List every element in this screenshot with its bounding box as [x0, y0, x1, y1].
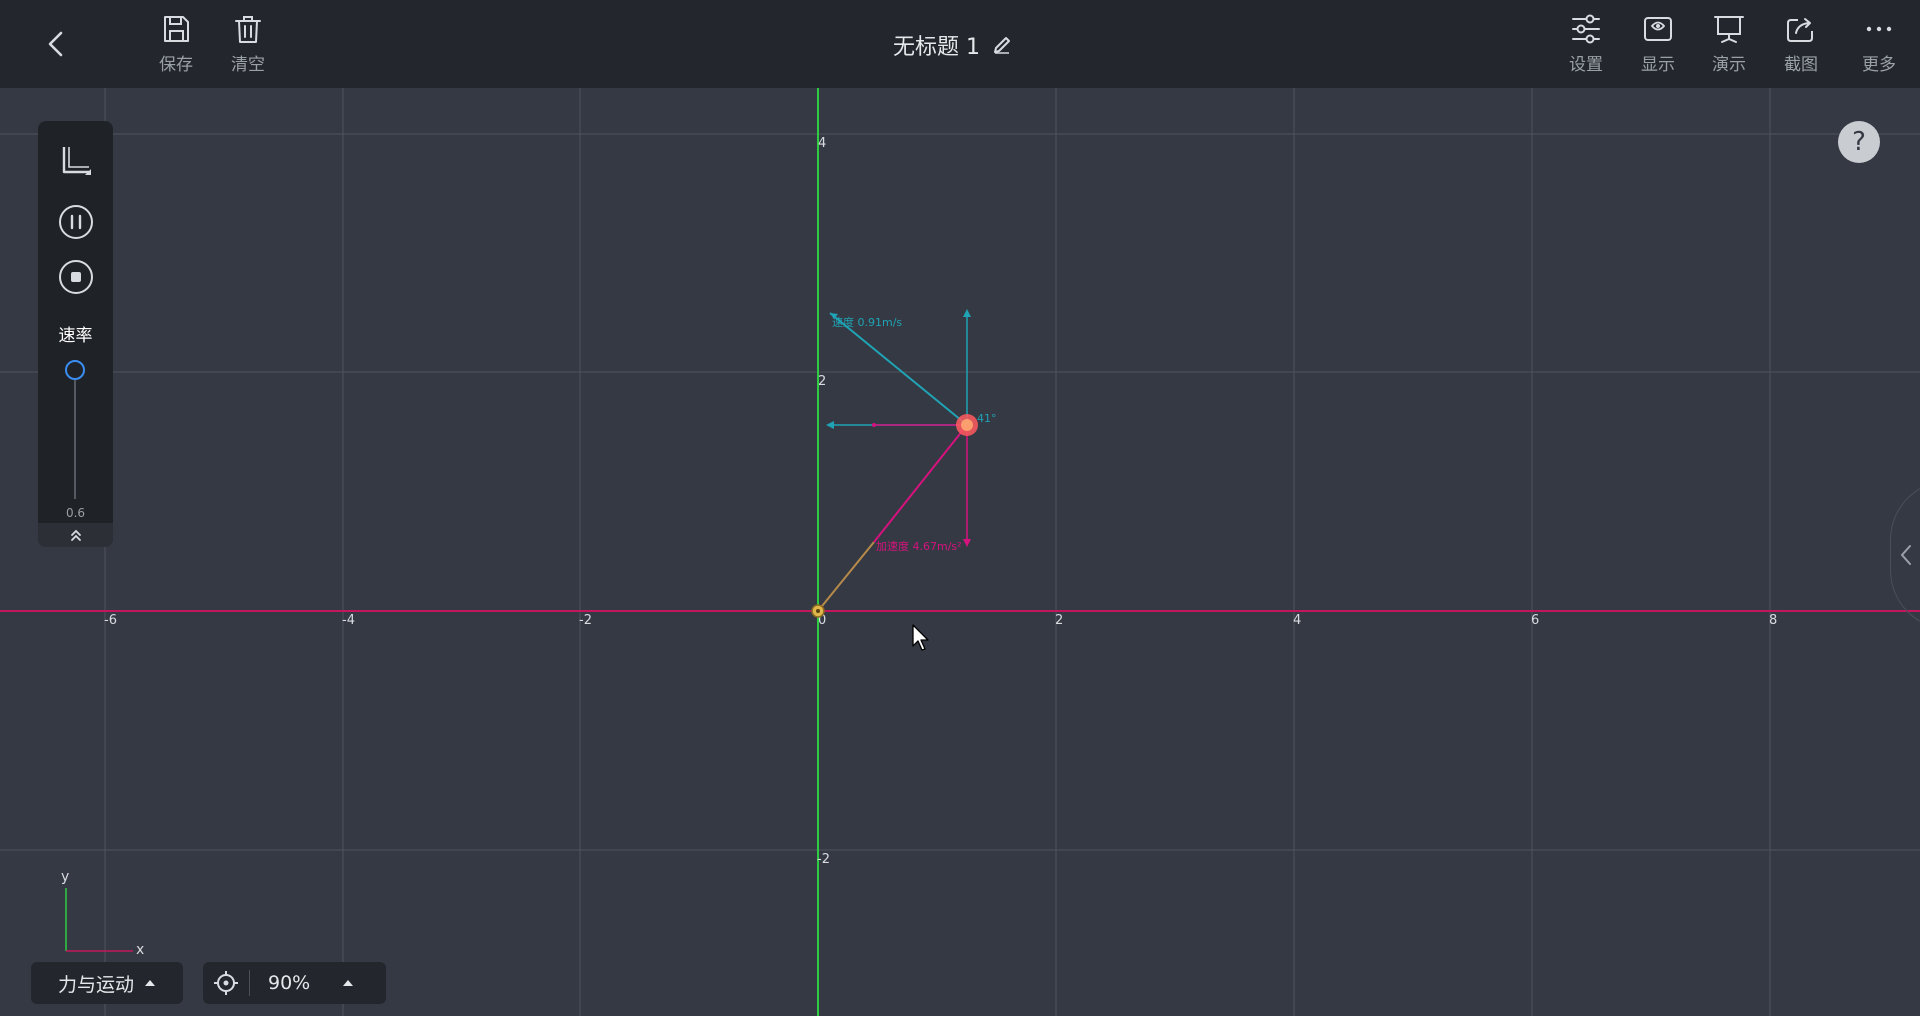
save-button[interactable]: 保存 — [146, 12, 206, 78]
x-tick-label: -4 — [342, 613, 355, 628]
settings-button[interactable]: 设置 — [1556, 12, 1616, 78]
acceleration-label: 加速度 4.67m/s² — [876, 539, 962, 553]
screenshot-button[interactable]: 截图 — [1771, 12, 1831, 78]
stop-icon — [59, 260, 93, 294]
more-dots-icon — [1866, 26, 1892, 32]
screenshot-label: 截图 — [1784, 55, 1818, 75]
settings-label: 设置 — [1569, 55, 1603, 75]
x-tick-label: 4 — [1293, 613, 1301, 628]
chevron-left-icon — [1900, 545, 1911, 565]
pause-icon — [59, 205, 93, 239]
x-tick-label: 8 — [1769, 613, 1777, 628]
save-icon — [164, 16, 189, 42]
stop-button[interactable] — [56, 257, 96, 297]
app-root: 保存 清空 无标题 1 设置 显示 演示 截图 更多 -6 -4 -2 0 2 … — [0, 0, 1920, 1016]
clear-label: 清空 — [231, 55, 265, 75]
sliders-icon — [1572, 14, 1600, 44]
caret-up-icon — [145, 980, 155, 986]
back-button[interactable] — [36, 24, 76, 64]
pendulum-rope — [817, 541, 875, 612]
coordinate-tool-button[interactable] — [56, 140, 96, 180]
panel-collapse-button[interactable] — [38, 523, 113, 547]
eye-monitor-icon — [1644, 17, 1672, 41]
document-title-text: 无标题 1 — [893, 35, 980, 60]
coordinate-plane[interactable]: -6 -4 -2 0 2 4 6 8 4 2 -2 速度 0.91m/s 41°… — [0, 88, 1920, 1016]
acceleration-y-arrowhead — [963, 539, 971, 547]
velocity-vector — [829, 312, 968, 426]
simulation-canvas[interactable]: -6 -4 -2 0 2 4 6 8 4 2 -2 速度 0.91m/s 41°… — [0, 88, 1920, 1016]
top-toolbar: 保存 清空 无标题 1 设置 显示 演示 截图 更多 — [0, 0, 1920, 88]
zoom-value: 90% — [268, 972, 311, 994]
zoom-dropdown-button[interactable] — [328, 962, 368, 1004]
clear-button[interactable]: 清空 — [218, 12, 278, 78]
mouse-cursor-icon — [912, 624, 929, 651]
y-tick-label: -2 — [817, 852, 830, 867]
presentation-icon — [1714, 16, 1744, 43]
crosshair-icon — [214, 971, 238, 995]
pause-button[interactable] — [56, 202, 96, 242]
more-button[interactable]: 更多 — [1849, 12, 1909, 78]
double-chevron-up-icon — [70, 529, 81, 541]
acceleration-x-marker — [872, 423, 876, 427]
present-button[interactable]: 演示 — [1699, 12, 1759, 78]
mini-x-label: x — [136, 942, 144, 958]
zoom-control: 90% — [203, 962, 386, 1004]
y-tick-label: 2 — [818, 374, 826, 389]
share-screenshot-icon — [1787, 18, 1813, 42]
display-button[interactable]: 显示 — [1628, 12, 1688, 78]
more-label: 更多 — [1862, 55, 1896, 75]
pencil-icon[interactable] — [992, 35, 1012, 55]
x-tick-label: 6 — [1531, 613, 1539, 628]
x-tick-label: 2 — [1055, 613, 1063, 628]
velocity-label: 速度 0.91m/s — [832, 315, 902, 329]
mode-dropdown[interactable]: 力与运动 — [31, 962, 183, 1004]
velocity-x-arrowhead — [826, 421, 834, 429]
save-label: 保存 — [159, 55, 193, 75]
zoom-separator — [249, 970, 250, 996]
display-label: 显示 — [1641, 55, 1675, 75]
recenter-button[interactable] — [203, 962, 249, 1004]
ruler-angle-icon — [62, 147, 91, 175]
pendulum-ball-highlight — [961, 419, 973, 431]
angle-label: 41° — [977, 412, 997, 425]
pivot-center — [816, 609, 820, 613]
speed-slider-track[interactable] — [74, 367, 76, 499]
speed-slider-knob[interactable] — [65, 360, 85, 380]
mini-y-label: y — [61, 869, 69, 885]
document-title[interactable]: 无标题 1 — [893, 28, 1012, 62]
help-button[interactable]: ? — [1838, 121, 1880, 163]
playback-panel: 速率 0.6 — [38, 121, 113, 547]
velocity-y-arrowhead — [963, 309, 971, 317]
y-tick-label: 4 — [818, 136, 826, 151]
trash-icon — [235, 16, 261, 43]
x-tick-label: -6 — [104, 613, 117, 628]
speed-label: 速率 — [58, 326, 93, 346]
acceleration-vector — [873, 424, 968, 543]
chevron-left-icon — [48, 31, 63, 57]
speed-value: 0.6 — [65, 506, 86, 520]
present-label: 演示 — [1712, 55, 1746, 75]
mode-label: 力与运动 — [57, 973, 134, 996]
caret-up-icon — [343, 980, 353, 986]
x-tick-label: -2 — [579, 613, 592, 628]
